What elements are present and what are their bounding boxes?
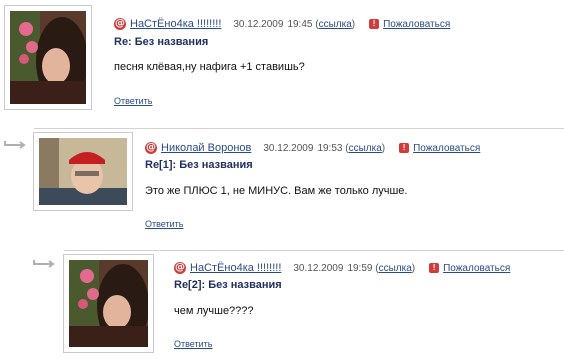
comment-date: 30.12.2009: [263, 142, 314, 154]
at-icon: @: [145, 142, 157, 154]
comment-text: песня клёвая,ну нафига +1 ставишь?: [114, 61, 305, 73]
comment-title: Re[2]: Без названия: [174, 279, 282, 291]
report-icon: !: [399, 143, 410, 153]
avatar[interactable]: [33, 132, 133, 211]
username-link[interactable]: НаСтЁно4ка !!!!!!!!: [130, 18, 221, 30]
username-link[interactable]: НаСтЁно4ка !!!!!!!!: [190, 262, 281, 274]
comment-title: Re[1]: Без названия: [145, 159, 253, 171]
reply-link[interactable]: Ответить: [114, 96, 152, 106]
comment-date: 30.12.2009: [233, 18, 284, 30]
report-link[interactable]: Пожаловаться: [413, 143, 480, 154]
girl-with-roses-photo: [10, 11, 86, 104]
comment-1: @ НаСтЁно4ка !!!!!!!! 30.12.2009 19:45 (…: [0, 0, 564, 112]
comment-text: Это же ПЛЮС 1, не МИНУС. Вам же только л…: [145, 185, 408, 197]
divider: [34, 128, 564, 129]
comment-text: чем лучше????: [174, 305, 254, 317]
comment-time: 19:59: [347, 262, 373, 274]
report-icon: !: [429, 263, 440, 273]
comment-date: 30.12.2009: [293, 262, 344, 274]
report-link[interactable]: Пожаловаться: [443, 263, 510, 274]
thread-arrow-icon: [33, 260, 55, 268]
boy-red-cap-photo: [39, 138, 127, 205]
comment-time: 19:45: [287, 18, 313, 30]
reply-link[interactable]: Ответить: [145, 219, 183, 229]
avatar[interactable]: [63, 254, 154, 353]
permalink[interactable]: ссылка: [379, 263, 412, 274]
thread-arrow-icon: [4, 141, 26, 149]
girl-with-roses-photo: [69, 260, 148, 347]
permalink[interactable]: ссылка: [349, 143, 382, 154]
reply-link[interactable]: Ответить: [174, 339, 212, 349]
divider: [64, 250, 564, 251]
username-link[interactable]: Николай Воронов: [161, 142, 251, 154]
comment-header: @ НаСтЁно4ка !!!!!!!! 30.12.2009 19:45 (…: [114, 18, 451, 30]
comment-2: @ Николай Воронов 30.12.2009 19:53 (ссыл…: [0, 128, 564, 236]
comment-header: @ НаСтЁно4ка !!!!!!!! 30.12.2009 19:59 (…: [174, 262, 511, 274]
avatar[interactable]: [4, 5, 92, 110]
at-icon: @: [114, 18, 126, 30]
comment-title: Re: Без названия: [114, 36, 209, 48]
permalink[interactable]: ссылка: [319, 19, 352, 30]
comment-3: @ НаСтЁно4ка !!!!!!!! 30.12.2009 19:59 (…: [0, 250, 564, 363]
comment-time: 19:53: [317, 142, 343, 154]
report-link[interactable]: Пожаловаться: [383, 19, 450, 30]
report-icon: !: [369, 19, 380, 29]
at-icon: @: [174, 262, 186, 274]
comment-header: @ Николай Воронов 30.12.2009 19:53 (ссыл…: [145, 142, 481, 154]
